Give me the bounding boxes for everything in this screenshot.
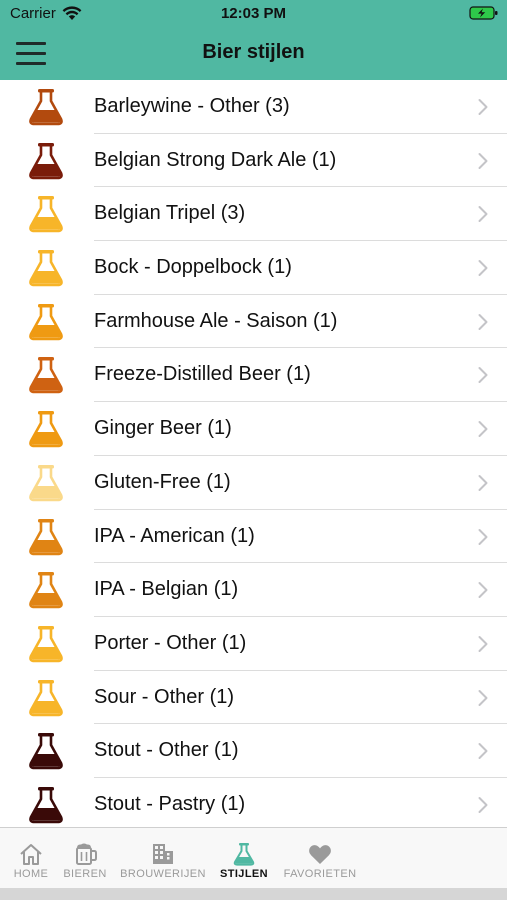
navigation-bar: Bier stijlen (0, 28, 507, 80)
list-item[interactable]: IPA - Belgian (1) (0, 563, 507, 617)
building-icon (153, 844, 173, 864)
chevron-right-icon (478, 689, 488, 706)
list-item[interactable]: Belgian Tripel (3) (0, 187, 507, 242)
style-label: Belgian Tripel (3) (94, 202, 246, 225)
beer-mug-icon (76, 843, 97, 865)
list-item[interactable]: Stout - Pastry (1) (0, 778, 507, 827)
tab-home[interactable]: HOME (6, 828, 56, 889)
style-label: IPA - Belgian (1) (94, 578, 239, 601)
tab-bar: HOME BIEREN BROUWERIJEN STIJLEN FAVORIETEN (0, 827, 507, 888)
flask-icon (29, 196, 63, 233)
list-item[interactable]: Freeze-Distilled Beer (1) (0, 348, 507, 403)
tab-label: BIEREN (63, 868, 107, 880)
chevron-right-icon (478, 367, 488, 384)
tab-label: FAVORIETEN (283, 868, 357, 880)
chevron-right-icon (478, 528, 488, 545)
tab-label: HOME (13, 868, 49, 880)
flask-icon (29, 733, 63, 770)
chevron-right-icon (478, 206, 488, 223)
heart-icon (309, 845, 331, 864)
flask-icon (29, 303, 63, 341)
flask-icon (29, 572, 63, 609)
chevron-right-icon (478, 582, 488, 599)
flask-icon (29, 411, 63, 448)
chevron-right-icon (478, 796, 488, 813)
flask-icon (29, 625, 63, 663)
list-item[interactable]: Porter - Other (1) (0, 617, 507, 671)
chevron-right-icon (478, 635, 488, 652)
chevron-right-icon (478, 99, 488, 115)
list-item[interactable]: Belgian Strong Dark Ale (1) (0, 134, 507, 188)
list-item[interactable]: Ginger Beer (1) (0, 402, 507, 456)
flask-icon (29, 464, 63, 502)
style-label: Sour - Other (1) (94, 685, 235, 708)
style-label: Barleywine - Other (3) (94, 95, 290, 117)
list-item[interactable]: Farmhouse Ale - Saison (1) (0, 295, 507, 349)
chevron-right-icon (478, 743, 488, 760)
style-label: Porter - Other (1) (94, 631, 247, 654)
style-label: Belgian Strong Dark Ale (1) (94, 148, 337, 171)
chevron-right-icon (478, 421, 488, 438)
style-label: Stout - Pastry (1) (94, 792, 246, 815)
menu-button[interactable] (16, 42, 46, 66)
chevron-right-icon (478, 260, 488, 277)
tab-label: STIJLEN (219, 868, 269, 880)
flask-icon (29, 250, 63, 287)
home-icon (20, 844, 42, 865)
list-item[interactable]: Stout - Other (1) (0, 724, 507, 778)
home-indicator (0, 888, 507, 900)
list-item[interactable]: Bock - Doppelbock (1) (0, 241, 507, 295)
tab-brouwerijen[interactable]: BROUWERIJEN (114, 828, 212, 889)
tab-label: BROUWERIJEN (120, 868, 206, 880)
style-label: Gluten-Free (1) (94, 470, 231, 493)
flask-icon (29, 679, 63, 716)
list-item[interactable]: Sour - Other (1) (0, 671, 507, 725)
flask-icon (233, 843, 255, 866)
style-label: Freeze-Distilled Beer (1) (94, 363, 311, 386)
list-item[interactable]: Barleywine - Other (3) (0, 80, 507, 134)
list-item[interactable]: Gluten-Free (1) (0, 456, 507, 510)
status-time: 12:03 PM (220, 5, 287, 22)
tab-bieren[interactable]: BIEREN (58, 828, 112, 889)
flask-icon (29, 142, 63, 179)
flask-icon (29, 89, 63, 126)
flask-icon (29, 518, 63, 555)
chevron-right-icon (478, 152, 488, 169)
style-label: Stout - Other (1) (94, 739, 239, 762)
style-label: IPA - American (1) (94, 524, 255, 547)
chevron-right-icon (478, 474, 488, 491)
status-bar: Carrier 12:03 PM (0, 0, 507, 28)
chevron-right-icon (478, 313, 488, 330)
flask-icon (29, 786, 63, 824)
flask-icon (29, 357, 63, 394)
page-title: Bier stijlen (202, 41, 305, 63)
list-item[interactable]: IPA - American (1) (0, 510, 507, 564)
tab-stijlen[interactable]: STIJLEN (214, 828, 274, 889)
beer-style-list[interactable]: Barleywine - Other (3) Belgian Strong Dar… (0, 80, 507, 827)
style-label: Farmhouse Ale - Saison (1) (94, 309, 338, 332)
tab-favorieten[interactable]: FAVORIETEN (276, 828, 364, 889)
battery-charging-icon (469, 6, 498, 20)
style-label: Ginger Beer (1) (94, 417, 232, 440)
style-label: Bock - Doppelbock (1) (94, 256, 292, 279)
